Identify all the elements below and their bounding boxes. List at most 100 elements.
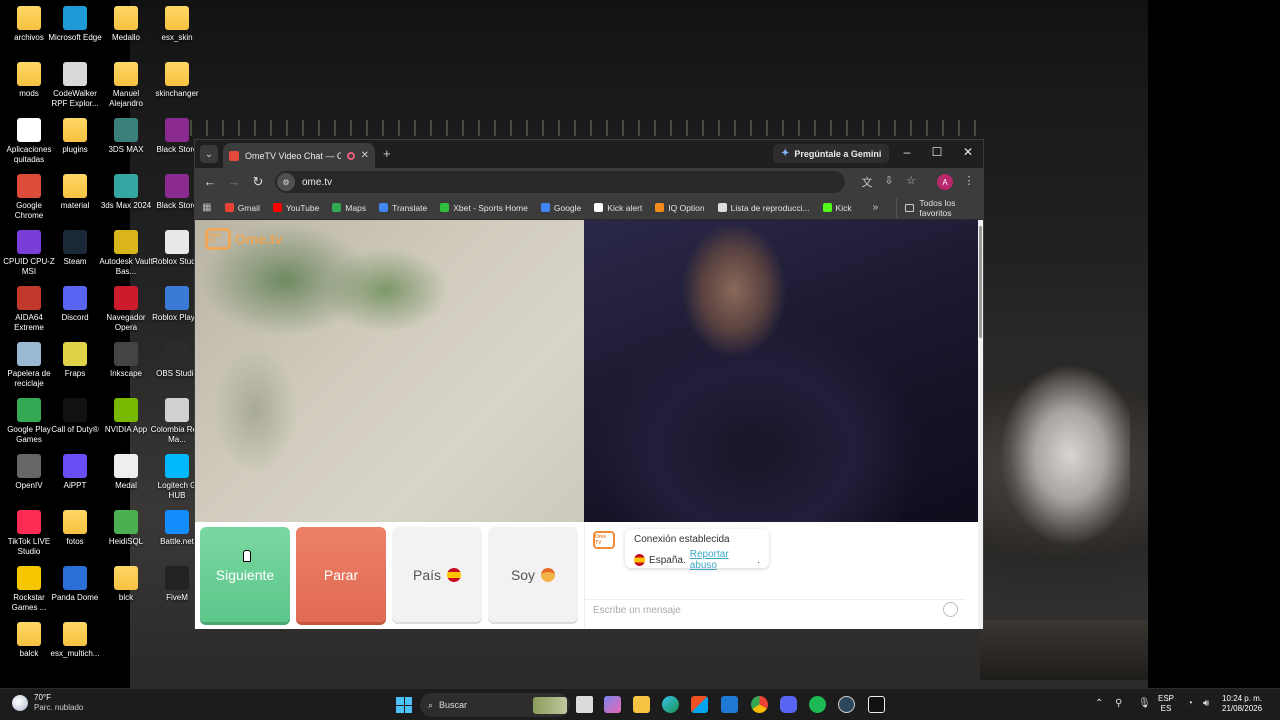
profile-avatar[interactable]: A xyxy=(937,174,953,190)
desktop-icon[interactable]: material xyxy=(48,174,102,211)
desktop-icon[interactable]: Steam xyxy=(48,230,102,267)
partner-country: España. xyxy=(649,554,686,566)
wallpaper-road xyxy=(980,620,1148,680)
desktop-icon[interactable]: 3ds Max 2024 xyxy=(99,174,153,211)
chrome-icon[interactable] xyxy=(751,696,768,713)
start-button[interactable] xyxy=(396,697,412,713)
desktop-icon[interactable]: 3DS MAX xyxy=(99,118,153,155)
install-app-icon[interactable]: ⇩ xyxy=(881,174,897,187)
desktop-icon[interactable]: Medal xyxy=(99,454,153,491)
bookmark-item[interactable]: Maps xyxy=(332,203,366,213)
desktop-icon[interactable]: esx_skin xyxy=(150,6,204,43)
desktop-icon[interactable]: CodeWalker RPF Explor... xyxy=(48,62,102,109)
desktop-icon[interactable]: Discord xyxy=(48,286,102,323)
volume-icon[interactable]: 🔊︎ xyxy=(1203,698,1209,709)
discord-icon[interactable] xyxy=(780,696,797,713)
tab-search-button[interactable]: ⌄ xyxy=(200,145,218,163)
bookmark-item[interactable]: YouTube xyxy=(272,203,319,213)
stop-button[interactable]: Parar xyxy=(296,527,386,622)
desktop-icon[interactable]: Call of Duty® xyxy=(48,398,102,435)
desktop-icon[interactable]: Inkscape xyxy=(99,342,153,379)
gemini-button[interactable]: ✦ Pregúntale a Gemini xyxy=(773,144,890,163)
bookmark-favicon-icon xyxy=(332,203,342,212)
desktop-icon[interactable]: blck xyxy=(99,566,153,603)
report-abuse-link[interactable]: Reportar abuso xyxy=(690,549,753,571)
forward-button[interactable]: → xyxy=(225,174,243,189)
weather-widget[interactable]: 70°F Parc. nublado xyxy=(12,693,83,713)
spotify-icon[interactable] xyxy=(809,696,826,713)
maximize-button[interactable]: ☐ xyxy=(927,145,947,159)
teams-icon[interactable] xyxy=(604,696,621,713)
bookmark-item[interactable]: Lista de reproducci... xyxy=(717,202,810,213)
address-bar[interactable]: ⚙ ome.tv xyxy=(275,171,845,193)
3dsmax-icon xyxy=(114,118,138,142)
desktop-icon[interactable]: Medallo xyxy=(99,6,153,43)
bookmark-item[interactable]: Google xyxy=(540,203,581,213)
bookmark-label: Lista de reproducci... xyxy=(730,202,810,213)
taskbar-clock[interactable]: 10:24 p. m. 21/08/2026 xyxy=(1222,694,1262,714)
scrollbar-thumb[interactable] xyxy=(979,226,982,338)
bookmark-label: IQ Option xyxy=(668,202,705,213)
file-explorer-icon[interactable] xyxy=(633,696,650,713)
site-info-icon[interactable]: ⚙ xyxy=(277,173,295,191)
message-input[interactable]: Escribe un mensaje xyxy=(585,599,965,621)
bookmark-item[interactable]: IQ Option xyxy=(655,202,705,213)
desktop-icon[interactable]: NVIDIA App xyxy=(99,398,153,435)
bookmarks-overflow-button[interactable]: » xyxy=(873,202,879,213)
gender-button[interactable]: Soy xyxy=(488,527,578,622)
bookmark-star-icon[interactable]: ☆ xyxy=(903,174,919,187)
tab-ometv[interactable]: OmeTV Video Chat — Ome ✕ xyxy=(223,143,375,168)
bookmark-item[interactable]: Gmail xyxy=(224,203,260,213)
apps-grid-icon[interactable]: ▦ xyxy=(195,202,219,213)
bookmark-item[interactable]: Kick xyxy=(822,203,852,213)
microsoft-store-icon[interactable] xyxy=(691,696,708,713)
bookmark-item[interactable]: Xbet - Sports Home xyxy=(440,203,528,213)
input-language[interactable]: ESP ES xyxy=(1158,694,1174,714)
microphone-icon[interactable]: 🎙︎ xyxy=(1138,698,1151,709)
mouse-cursor-icon xyxy=(243,550,251,562)
cpuz-icon xyxy=(17,230,41,254)
back-button[interactable]: ← xyxy=(201,174,219,189)
next-button[interactable]: Siguiente xyxy=(200,527,290,622)
new-tab-button[interactable]: + xyxy=(383,146,391,161)
search-highlight-icon[interactable] xyxy=(533,697,567,714)
page-scrollbar[interactable] xyxy=(978,220,983,629)
folder-icon xyxy=(114,6,138,30)
bookmark-item[interactable]: Translate xyxy=(379,203,427,213)
fivem-icon xyxy=(165,566,189,590)
bookmark-favicon-icon xyxy=(379,203,389,212)
desktop-icon-label: skinchanger xyxy=(155,89,199,98)
desktop-icon[interactable]: HeidiSQL xyxy=(99,510,153,547)
opera-icon xyxy=(114,286,138,310)
desktop-icon[interactable]: skinchanger xyxy=(150,62,204,99)
desktop-icon-label: AiPPT xyxy=(63,481,87,490)
emoji-icon[interactable] xyxy=(943,602,958,617)
show-hidden-icons-icon[interactable]: ⌃ xyxy=(1095,698,1103,709)
desktop-icon[interactable]: Navegador Opera xyxy=(99,286,153,333)
minimize-button[interactable]: – xyxy=(897,145,917,159)
menu-kebab-icon[interactable]: ⋮ xyxy=(961,174,977,187)
desktop-icon[interactable]: Panda Dome xyxy=(48,566,102,603)
close-tab-icon[interactable]: ✕ xyxy=(361,150,369,161)
network-icon[interactable]: ⚲ xyxy=(1115,698,1122,709)
translate-icon[interactable]: 文 xyxy=(859,174,875,190)
steam-icon[interactable] xyxy=(838,696,855,713)
desktop-icon[interactable]: plugins xyxy=(48,118,102,155)
desktop-icon[interactable]: fotos xyxy=(48,510,102,547)
close-window-button[interactable]: ✕ xyxy=(958,145,978,159)
desktop-icon[interactable]: Fraps xyxy=(48,342,102,379)
capcut-icon[interactable] xyxy=(868,696,885,713)
bookmark-item[interactable]: Kick alert xyxy=(594,203,642,213)
desktop-icon[interactable]: esx_multich... xyxy=(48,622,102,659)
desktop-icon[interactable]: Microsoft Edge xyxy=(48,6,102,43)
task-view-icon[interactable] xyxy=(576,696,593,713)
all-bookmarks-folder[interactable]: Todos los favoritos xyxy=(896,197,983,218)
country-button[interactable]: País xyxy=(392,527,482,622)
edge-icon[interactable] xyxy=(662,696,679,713)
desktop-icon[interactable]: Manuel Alejandro xyxy=(99,62,153,109)
outlook-icon[interactable] xyxy=(721,696,738,713)
desktop-icon[interactable]: Autodesk Vault Bas... xyxy=(99,230,153,277)
reload-button[interactable]: ↻ xyxy=(249,174,267,190)
desktop-icon[interactable]: AiPPT xyxy=(48,454,102,491)
wifi-icon[interactable]: ◔ xyxy=(1187,698,1193,709)
